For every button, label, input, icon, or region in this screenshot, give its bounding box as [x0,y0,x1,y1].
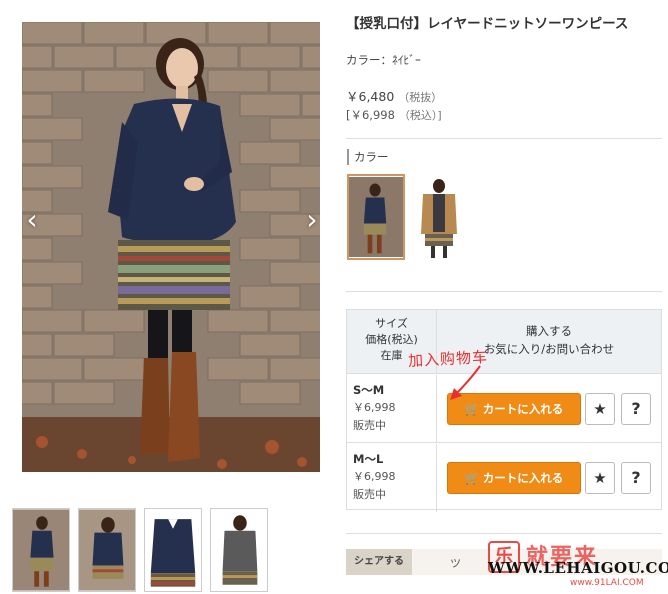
add-to-cart-button[interactable]: 🛒 カートに入れる [447,462,581,494]
size-stock: 販売中 [353,419,386,432]
size-row-info: M～L ￥6,998 販売中 [347,444,437,512]
price-incl-value: [￥6,998 [346,108,395,122]
price-incl-tax-label: （税込）] [398,109,442,122]
color-swatch-navy[interactable] [347,174,405,260]
thumbnail-1[interactable] [12,508,70,592]
size-name: S～M [353,383,385,397]
size-table-header: サイズ 価格(税込) 在庫 購入する お気に入り/お問い合わせ [347,310,661,374]
header-price-label: 価格(税込) [365,333,418,346]
header-size-label: サイズ [375,317,408,330]
cart-icon: 🛒 [464,471,480,485]
price-excl-value: ￥6,480 [346,89,395,104]
star-icon: ★ [593,469,607,487]
size-table: サイズ 価格(税込) 在庫 購入する お気に入り/お問い合わせ S～M ￥6,9… [346,309,662,512]
question-icon: ? [631,399,641,418]
watermark-sub: www.91LAI.COM [570,578,644,588]
thumbnail-2[interactable] [78,508,136,592]
cart-button-label: カートに入れる [482,471,564,485]
color-name: カラー：ﾈｲﾋﾞｰ [346,53,421,67]
price-incl-tax: [￥6,998 （税込）] [346,107,442,123]
thumbnail-3[interactable] [144,508,202,592]
chevron-right-icon[interactable]: › [302,205,322,235]
price-excl-tax-label: （税抜） [398,91,443,104]
inquiry-button[interactable]: ? [621,462,651,494]
color-swatch-beige[interactable] [409,174,467,260]
size-stock: 販売中 [353,488,386,501]
divider [346,533,662,534]
product-title: 【授乳口付】レイヤードニットソーワンピース [346,16,629,32]
size-row: M～L ￥6,998 販売中 🛒 カートに入れる ★ ? [347,444,661,512]
size-name: M～L [353,452,384,466]
divider [346,138,662,139]
share-button[interactable]: シェアする [346,549,412,575]
favorite-button[interactable]: ★ [585,393,615,425]
size-row-info: S～M ￥6,998 販売中 [347,375,437,443]
size-price: ￥6,998 [353,401,396,414]
thumbnail-strip [12,508,268,592]
thumbnail-4[interactable] [210,508,268,592]
question-icon: ? [631,468,641,487]
price-excl-tax: ￥6,480 （税抜） [346,86,442,105]
watermark: 乐 就要来 WWW.LEHAIGOU.COM www.91LAI.COM [488,541,668,593]
color-section-label: カラー [347,149,389,165]
divider [346,291,662,292]
favorite-button[interactable]: ★ [585,462,615,494]
annotation-arrow-icon [450,365,481,400]
cart-button-label: カートに入れる [482,402,564,416]
watermark-url: WWW.LEHAIGOU.COM [488,559,668,577]
inquiry-button[interactable]: ? [621,393,651,425]
share-next-label[interactable]: ツ [450,555,461,571]
star-icon: ★ [593,400,607,418]
header-buy-label: 購入する [526,324,572,338]
chevron-left-icon[interactable]: ‹ [22,205,42,235]
main-product-photo [22,22,320,472]
size-price: ￥6,998 [353,470,396,483]
size-row: S～M ￥6,998 販売中 🛒 カートに入れる ★ ? [347,375,661,443]
